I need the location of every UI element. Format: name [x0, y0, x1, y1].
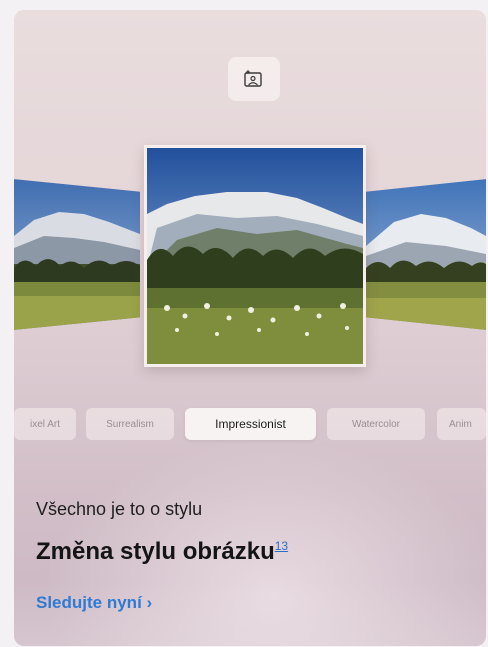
watch-now-label: Sledujte nyní	[36, 593, 142, 612]
style-pill-pixel-art[interactable]: ixel Art	[14, 408, 76, 440]
style-pill-label: ixel Art	[29, 418, 60, 430]
preview-image-right[interactable]	[366, 179, 486, 330]
image-style-icon-tile	[228, 57, 280, 101]
style-pill-anime[interactable]: Anim	[437, 408, 486, 440]
style-pill-impressionist[interactable]: Impressionist	[185, 408, 316, 440]
card-title-text: Změna stylu obrázku	[36, 538, 275, 565]
chevron-right-icon: ›	[146, 593, 153, 612]
feature-card: ixel Art Surrealism Impressionist Waterc…	[14, 10, 486, 646]
card-subtitle: Všechno je to o stylu	[36, 499, 203, 519]
preview-image-selected[interactable]	[144, 145, 366, 367]
image-frame-sparkle-icon	[244, 69, 262, 87]
preview-image-left[interactable]	[14, 179, 140, 330]
style-pill-label: Impressionist	[215, 417, 286, 431]
style-pill-label: Surrealism	[106, 418, 154, 430]
style-pill-label: Watercolor	[352, 418, 400, 430]
style-pill-surrealism[interactable]: Surrealism	[86, 408, 174, 440]
watch-now-link[interactable]: Sledujte nyní ›	[36, 593, 152, 613]
style-pill-label: Anim	[449, 418, 472, 430]
card-title: Změna stylu obrázku13	[36, 538, 288, 566]
style-pill-watercolor[interactable]: Watercolor	[327, 408, 425, 440]
footnote-link[interactable]: 13	[275, 539, 288, 553]
